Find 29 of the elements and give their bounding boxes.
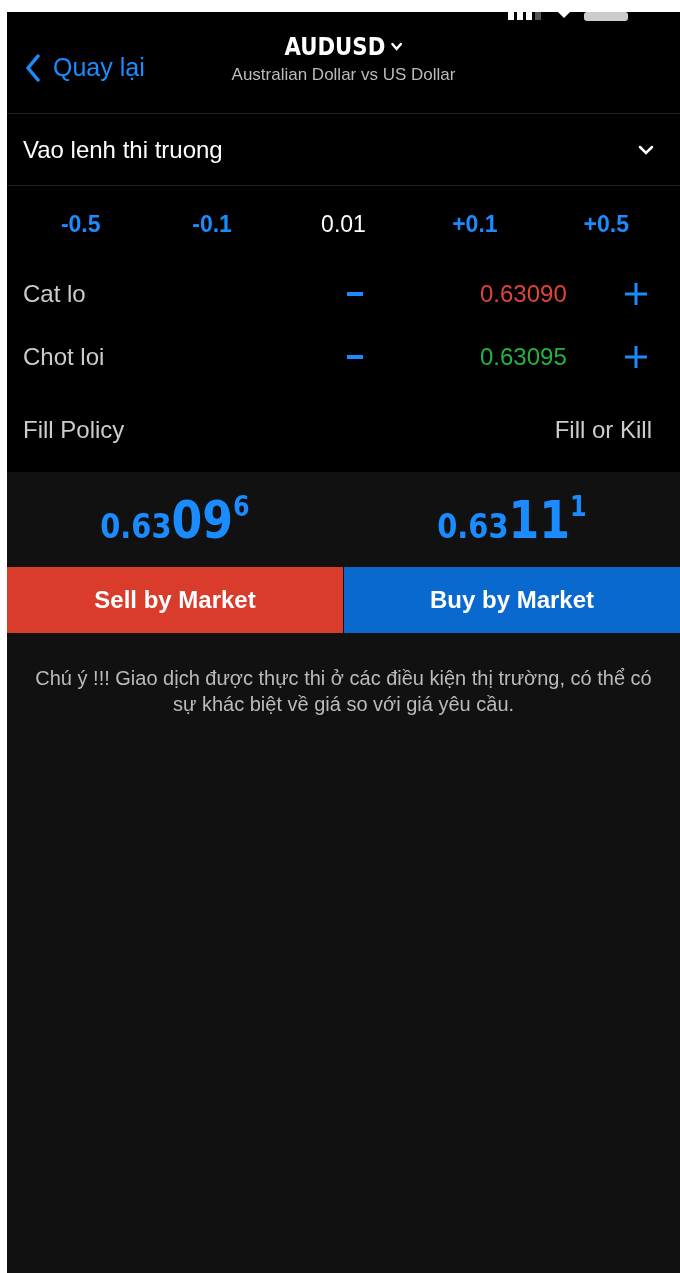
level-value: 0.63090: [480, 279, 568, 308]
volume-step-button[interactable]: +0.5: [583, 210, 629, 238]
price-quote: 0.6309$^{6}$: [100, 489, 250, 550]
back-button[interactable]: Quay lại: [7, 53, 145, 82]
plus-icon: [624, 281, 648, 306]
fill-policy-label: Fill Policy: [23, 416, 125, 444]
buy-button[interactable]: Buy by Market: [344, 567, 680, 633]
minus-icon: [347, 291, 363, 296]
plus-icon: [624, 344, 648, 369]
volume-step-button[interactable]: -0.1: [192, 210, 232, 238]
volume-step-button[interactable]: +0.1: [452, 210, 498, 238]
volume-value: 0.01: [321, 210, 366, 238]
fill-policy-value[interactable]: Fill or Kill: [554, 416, 652, 444]
battery-icon: [584, 12, 628, 21]
sell-button[interactable]: Sell by Market: [7, 567, 343, 633]
level-label: Chot loi: [23, 342, 106, 371]
warning-text: Chú ý !!! Giao dịch được thực thi ở các điều kiện thị trường, có thể có sự khác biệt về giá so với giá yêu cầu.: [34, 666, 653, 717]
symbol-description: Australian Dollar vs US Dollar: [231, 65, 456, 85]
order-type-dropdown[interactable]: Vao lenh thi truong: [7, 114, 680, 186]
chevron-down-icon: [390, 41, 403, 52]
minus-icon: [347, 354, 363, 359]
level-label: Cat lo: [23, 279, 87, 308]
level-value: 0.63095: [480, 342, 568, 371]
signal-icon: [508, 12, 544, 20]
symbol-selector[interactable]: AUDUSD: [284, 32, 403, 61]
chevron-left-icon: [25, 53, 41, 82]
price-quote: 0.6311$^{1}$: [437, 489, 587, 550]
volume-step-button[interactable]: -0.5: [60, 210, 101, 238]
chevron-down-icon: [638, 144, 654, 155]
